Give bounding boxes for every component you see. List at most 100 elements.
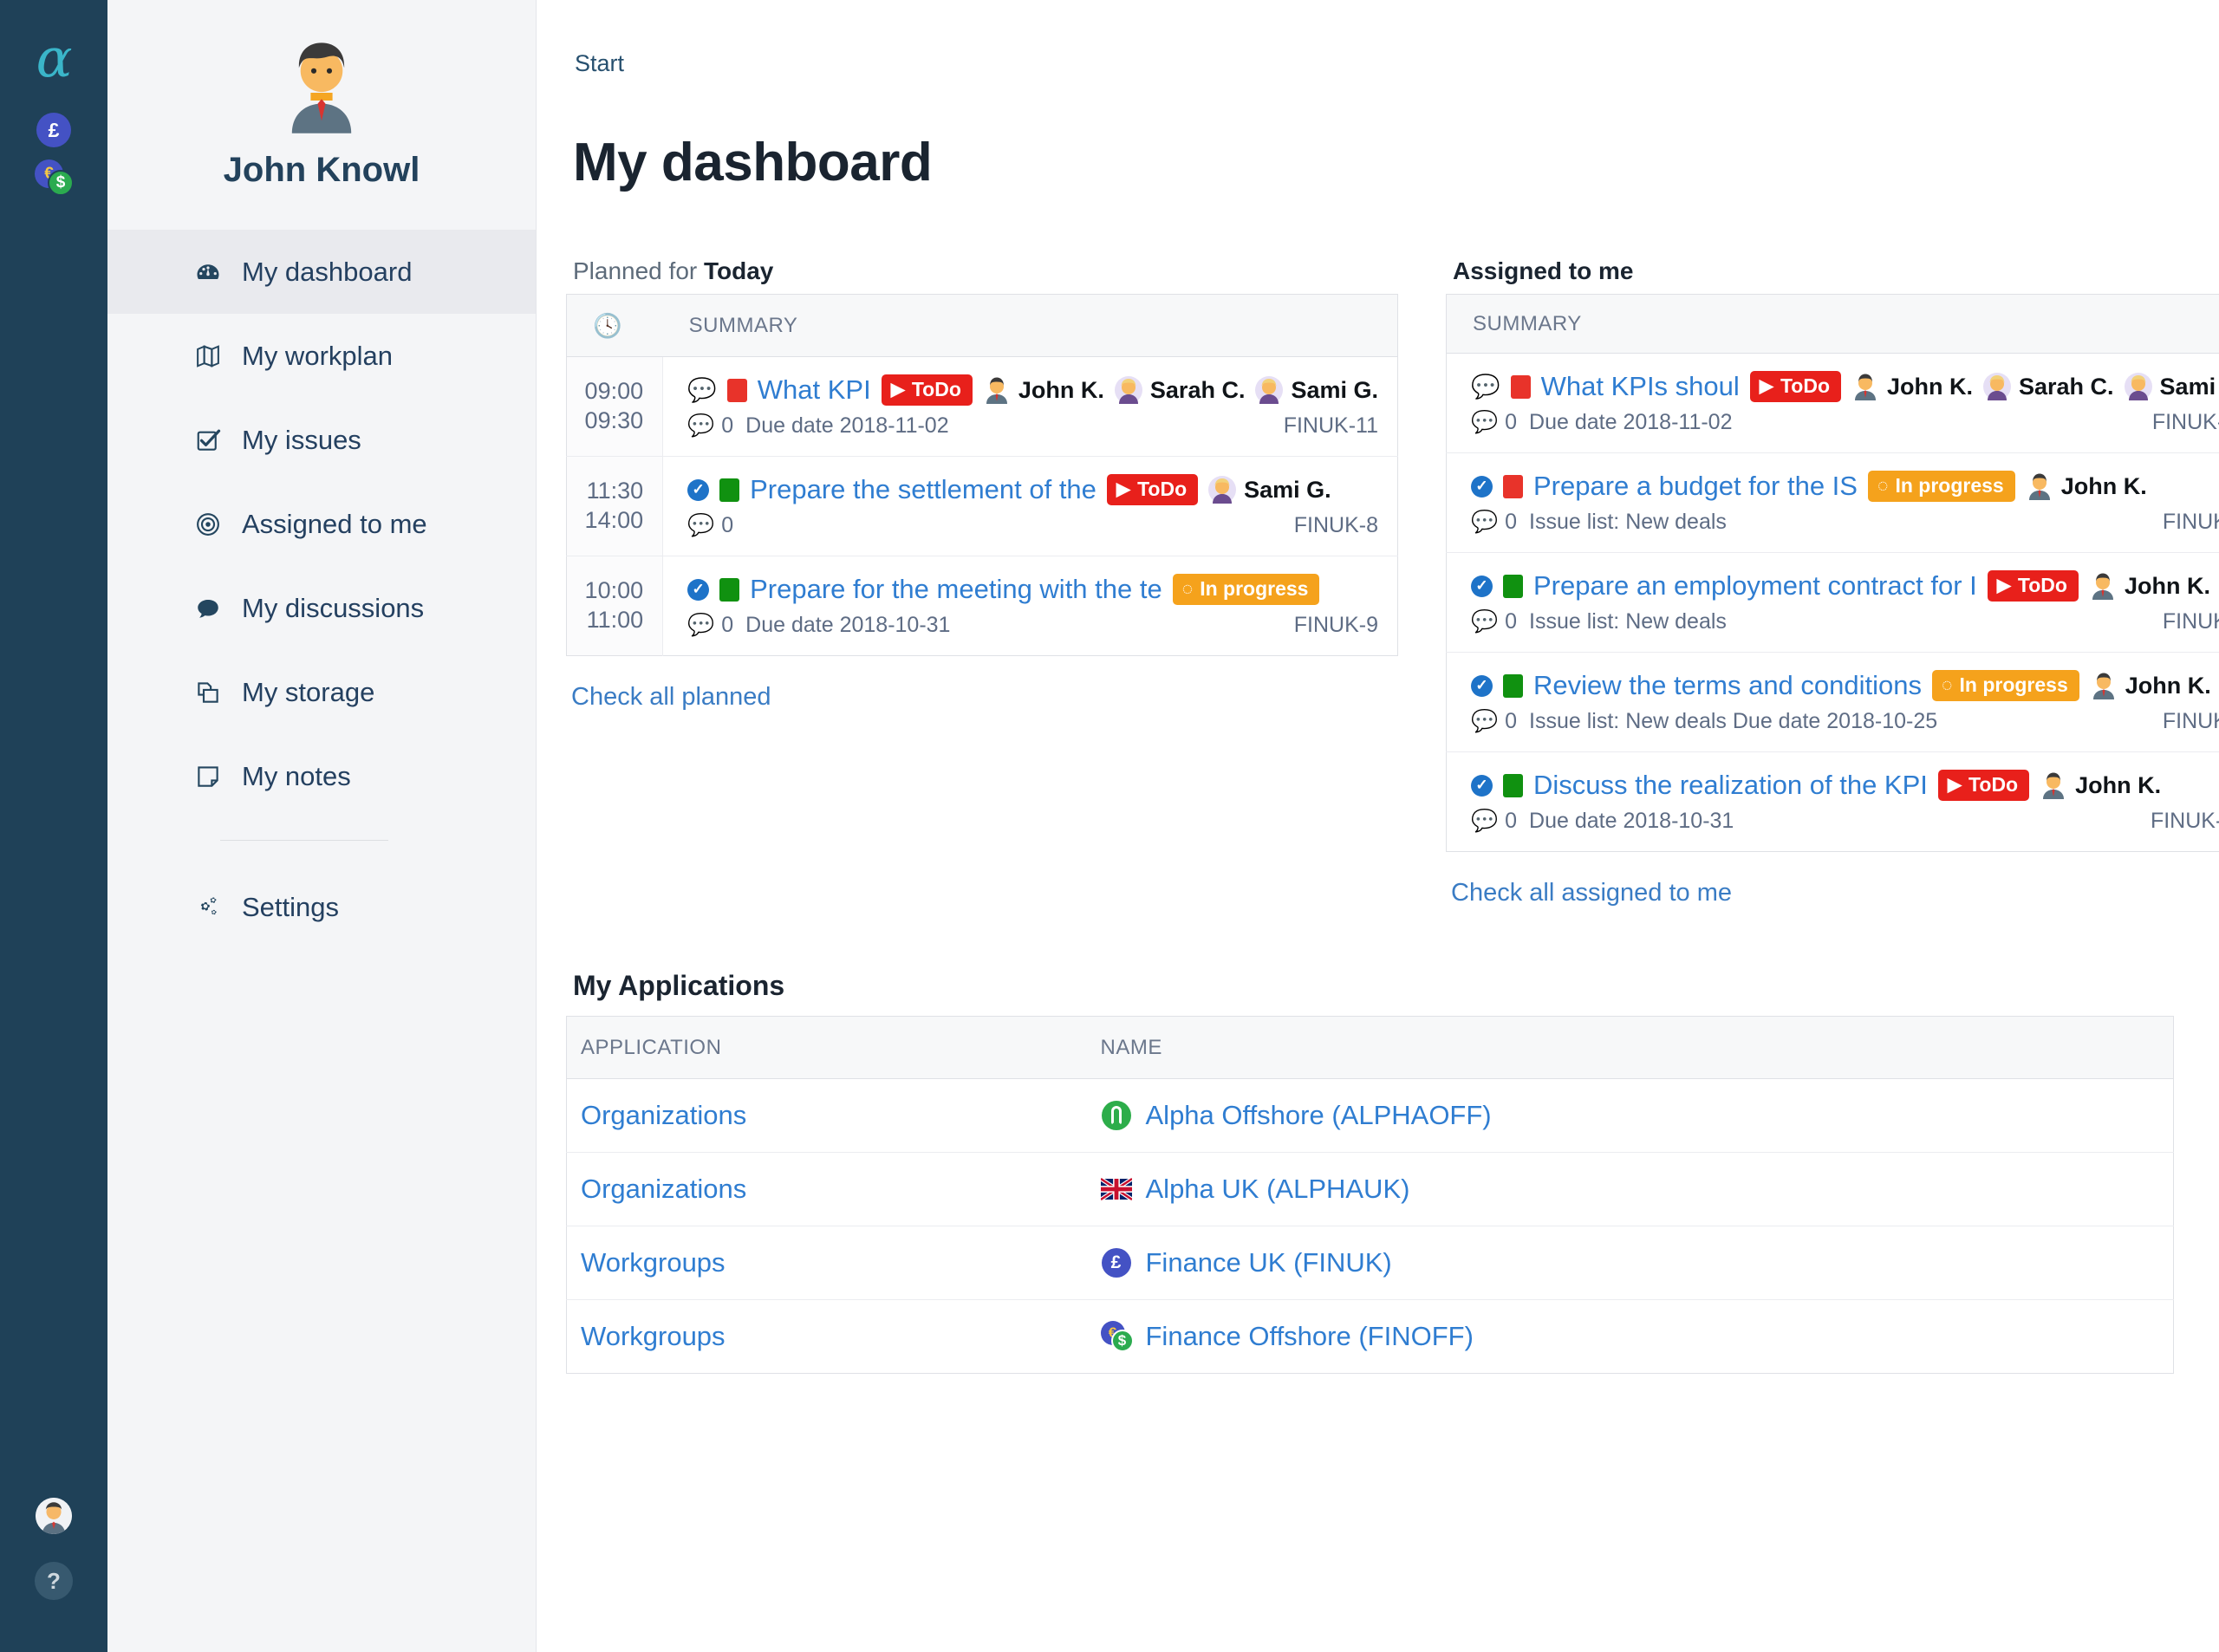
table-row[interactable]: 09:00 09:30 💬 What KPI ▶ ToDo John K. Sa… — [566, 356, 1398, 457]
issue-title[interactable]: Prepare for the meeting with the te — [750, 574, 1162, 605]
status-badge-label: ToDo — [2017, 574, 2067, 596]
assignee[interactable]: Sarah C. — [1114, 376, 1246, 404]
application-type-link[interactable]: Organizations — [566, 1078, 1087, 1153]
planned-row-body: 💬 What KPI ▶ ToDo John K. Sarah C. Sami … — [663, 357, 1398, 457]
status-badge[interactable]: ◌ In progress — [1932, 670, 2079, 701]
sidebar-item-label: My notes — [242, 760, 351, 791]
assignee[interactable]: John K. — [2090, 672, 2211, 699]
table-row[interactable]: 💬 What KPIs shoul ▶ ToDo John K. Sarah C… — [1446, 354, 2219, 453]
gbp-coin-icon[interactable]: £ — [36, 113, 71, 147]
issue-secondary-line: 💬 0 Issue list: New deals Due date 2018-… — [1471, 709, 2219, 734]
copy-files-icon — [193, 678, 223, 707]
application-name-link[interactable]: € $ Finance Offshore (FINOFF) — [1100, 1321, 2174, 1352]
eur-usd-coin-pair-icon[interactable]: € $ — [35, 159, 74, 196]
sidebar-item-settings[interactable]: Settings — [107, 865, 536, 949]
comment-count: 💬 0 — [687, 513, 733, 538]
help-icon[interactable]: ? — [35, 1562, 73, 1600]
avatar-male-icon — [2028, 473, 2050, 500]
sidebar-nav: My dashboard My workplan My issues Assig… — [107, 228, 536, 949]
avatar-female-icon — [1114, 376, 1142, 404]
applications-header-row: APPLICATION NAME — [566, 1016, 2174, 1079]
issue-title[interactable]: Discuss the realization of the KPI — [1533, 770, 1928, 801]
table-row[interactable]: Workgroups £ Finance UK (FINUK) — [566, 1226, 2174, 1300]
status-badge[interactable]: ▶ ToDo — [1937, 770, 2030, 801]
check-all-assigned-link[interactable]: Check all assigned to me — [1451, 879, 1732, 907]
assignee[interactable]: Sami G. — [1208, 476, 1331, 504]
profile-block: John Knowl — [107, 0, 536, 228]
comment-count-value: 0 — [1505, 410, 1518, 434]
table-row[interactable]: Organizations Alpha UK (ALPHAUK) — [566, 1152, 2174, 1226]
issue-secondary-line: 💬 0 Due date 2018-10-31 FINUK-9 — [687, 613, 1378, 638]
spinner-icon: ◌ — [1942, 675, 1953, 695]
avatar[interactable] — [36, 1498, 72, 1534]
issue-primary-line: 💬 What KPIs shoul ▶ ToDo John K. Sarah C… — [1471, 371, 2219, 402]
status-badge[interactable]: ▶ ToDo — [1987, 570, 2079, 602]
comment-count-value: 0 — [1505, 510, 1518, 534]
sidebar-item-label: My discussions — [242, 592, 425, 623]
assignee[interactable]: John K. — [983, 376, 1104, 404]
comment-count: 💬 0 — [687, 413, 733, 439]
assignee[interactable]: Sami G. — [1255, 376, 1378, 404]
usd-coin-icon: $ — [48, 170, 74, 196]
breadcrumb[interactable]: Start — [575, 50, 2190, 77]
issue-title[interactable]: Review the terms and conditions — [1533, 670, 1922, 701]
comment-count-value: 0 — [721, 513, 734, 537]
assignee[interactable]: John K. — [1851, 373, 1973, 400]
comment-count: 💬 0 — [687, 613, 733, 638]
assignee-name: Sarah C. — [2019, 373, 2114, 400]
assignee[interactable]: Sarah C. — [1983, 373, 2114, 400]
table-row[interactable]: ✓ Prepare an employment contract for I ▶… — [1446, 553, 2219, 653]
application-name-link[interactable]: £ Finance UK (FINUK) — [1101, 1247, 2174, 1278]
application-type-link[interactable]: Workgroups — [566, 1226, 1087, 1300]
assignee[interactable]: John K. — [2089, 572, 2210, 600]
sidebar-item-my-storage[interactable]: My storage — [107, 650, 536, 734]
assigned-row-body: ✓ Prepare a budget for the IS ◌ In progr… — [1447, 453, 2219, 553]
application-type-link[interactable]: Organizations — [566, 1152, 1087, 1226]
issue-title[interactable]: Prepare a budget for the IS — [1533, 471, 1858, 502]
table-row[interactable]: ✓ Discuss the realization of the KPI ▶ T… — [1447, 752, 2219, 852]
status-badge[interactable]: ◌ In progress — [1867, 471, 2015, 502]
application-name-link[interactable]: Alpha Offshore (ALPHAOFF) — [1101, 1100, 2174, 1131]
status-badge[interactable]: ▶ ToDo — [881, 374, 973, 406]
table-row[interactable]: ✓ Prepare a budget for the IS ◌ In progr… — [1446, 453, 2219, 553]
assignee[interactable]: Sami G. — [2124, 373, 2219, 400]
status-badge[interactable]: ◌ In progress — [1172, 574, 1320, 605]
assigned-col-summary: SUMMARY — [1446, 294, 2219, 354]
application-type-link[interactable]: Workgroups — [567, 1300, 1087, 1374]
assignee[interactable]: John K. — [2026, 472, 2147, 500]
issue-primary-line: 💬 What KPI ▶ ToDo John K. Sarah C. Sami … — [687, 374, 1378, 406]
status-badge[interactable]: ▶ ToDo — [1106, 474, 1199, 505]
sidebar-item-my-dashboard[interactable]: My dashboard — [107, 230, 536, 314]
sidebar-item-my-discussions[interactable]: My discussions — [107, 566, 536, 650]
table-row[interactable]: Organizations Alpha Offshore (ALPHAOFF) — [566, 1078, 2174, 1153]
sidebar-item-my-issues[interactable]: My issues — [107, 398, 536, 482]
speech-bubble-icon — [193, 594, 223, 623]
note-page-icon — [193, 762, 223, 791]
status-badge[interactable]: ▶ ToDo — [1749, 371, 1841, 402]
alpha-logo[interactable]: α — [0, 0, 107, 85]
issue-title[interactable]: Prepare the settlement of the — [750, 474, 1096, 505]
application-name-link[interactable]: Alpha UK (ALPHAUK) — [1100, 1174, 2174, 1205]
spinner-icon: ◌ — [1877, 476, 1889, 496]
dashboard-gauge-icon — [193, 257, 223, 287]
sidebar-item-my-workplan[interactable]: My workplan — [107, 314, 536, 398]
assignee[interactable]: John K. — [2040, 771, 2161, 799]
assigned-table: SUMMARY 💬 What KPIs shoul ▶ ToDo John K.… — [1446, 294, 2219, 852]
table-row[interactable]: 10:00 11:00 ✓ Prepare for the meeting wi… — [566, 556, 1398, 656]
table-row[interactable]: Workgroups € $ Finance Offshore (FINOFF) — [567, 1300, 2174, 1374]
table-row[interactable]: 11:30 14:00 ✓ Prepare the settlement of … — [566, 456, 1398, 556]
sidebar-item-my-notes[interactable]: My notes — [107, 734, 536, 818]
issue-title[interactable]: What KPI — [758, 374, 871, 406]
assignee-name: Sarah C. — [1149, 376, 1246, 403]
check-all-planned-link[interactable]: Check all planned — [571, 683, 771, 712]
planned-col-summary: SUMMARY — [662, 294, 1398, 357]
applications-col-application: APPLICATION — [566, 1016, 1087, 1079]
sidebar-item-assigned-to-me[interactable]: Assigned to me — [107, 482, 536, 566]
issue-meta: Due date 2018-11-02 — [1529, 410, 1733, 434]
issue-title[interactable]: Prepare an employment contract for I — [1533, 570, 1977, 602]
issue-title[interactable]: What KPIs shoul — [1541, 371, 1740, 402]
issue-primary-line: ✓ Prepare for the meeting with the te ◌ … — [687, 574, 1378, 605]
table-row[interactable]: ✓ Review the terms and conditions ◌ In p… — [1446, 653, 2219, 752]
issue-meta: Due date 2018-11-02 — [745, 413, 949, 438]
rail-bottom-group: ? — [0, 1498, 107, 1600]
